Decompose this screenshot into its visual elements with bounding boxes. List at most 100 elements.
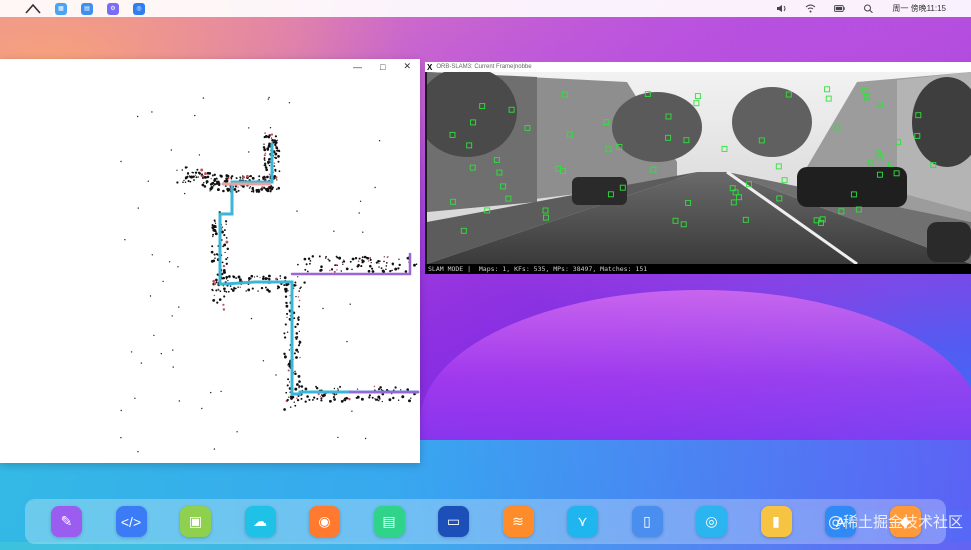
map-point — [413, 263, 416, 267]
map-point — [230, 288, 233, 291]
clock[interactable]: 周一 傍晚11:15 — [892, 3, 946, 14]
wifi-icon[interactable] — [805, 4, 816, 13]
map-point — [369, 257, 372, 259]
volume-icon[interactable] — [776, 4, 787, 13]
lightbulb-icon[interactable]: ◉ — [309, 506, 340, 537]
map-point — [342, 260, 345, 263]
map-point — [288, 381, 291, 383]
map-point — [228, 275, 231, 278]
map-point — [213, 448, 216, 450]
map-point — [276, 139, 278, 141]
settings-icon[interactable]: ⚙ — [107, 2, 119, 15]
cloud-icon[interactable]: ☁ — [244, 506, 276, 537]
map-point — [212, 235, 214, 238]
map-point — [322, 393, 326, 397]
camera-frame — [427, 72, 971, 264]
map-point — [327, 258, 329, 260]
map-point — [268, 290, 271, 293]
map-point — [245, 290, 247, 292]
map-point — [333, 393, 336, 396]
minimize-button[interactable]: — — [353, 62, 362, 72]
map-point — [297, 375, 301, 378]
map-point — [251, 186, 254, 189]
map-point — [203, 182, 205, 184]
map-point — [222, 308, 226, 311]
map-point — [214, 257, 216, 259]
map-point — [267, 163, 269, 165]
browser-icon[interactable]: ◎ — [133, 2, 145, 15]
android-icon[interactable]: ▣ — [180, 506, 211, 537]
search-icon[interactable] — [863, 4, 874, 13]
planet-icon[interactable]: ◎ — [696, 506, 727, 537]
map-point — [295, 356, 298, 359]
map-point — [261, 287, 263, 290]
map-point — [287, 290, 289, 292]
map-point — [276, 149, 279, 152]
map-point — [195, 176, 198, 179]
map-point — [415, 263, 418, 265]
map-point — [297, 316, 300, 319]
map-point — [225, 275, 229, 279]
terminal-icon[interactable]: ▭ — [438, 506, 469, 537]
map-point — [201, 407, 203, 410]
map-point — [233, 187, 237, 191]
map-point — [297, 344, 301, 347]
map-point — [375, 261, 378, 264]
map-point — [397, 399, 400, 401]
map-point — [218, 298, 222, 301]
map-point — [223, 270, 226, 274]
files-icon[interactable]: ▤ — [81, 2, 93, 15]
map-point — [296, 383, 299, 386]
map-point — [203, 185, 207, 188]
map-point — [305, 263, 308, 266]
map-point — [213, 183, 217, 186]
map-point — [232, 275, 234, 277]
map-point — [286, 312, 289, 315]
map-point — [379, 386, 382, 389]
frame-window-titlebar[interactable]: X ORB-SLAM3: Current Frame|nobbe — [425, 62, 971, 72]
maximize-button[interactable]: □ — [380, 62, 385, 72]
map-point — [286, 331, 289, 333]
map-point — [356, 396, 359, 399]
battery-icon[interactable] — [834, 4, 846, 13]
map-point — [250, 274, 254, 278]
book-icon[interactable]: ▯ — [631, 506, 663, 537]
map-point — [221, 261, 224, 264]
window-titlebar[interactable]: — □ ✕ — [0, 59, 420, 74]
map-viewer-window[interactable]: — □ ✕ — [0, 59, 420, 463]
current-frame-window[interactable]: X ORB-SLAM3: Current Frame|nobbe SLAM MO… — [425, 62, 971, 274]
map-point — [342, 263, 344, 266]
butterfly-icon[interactable]: ⋎ — [567, 506, 598, 537]
map-point — [366, 256, 370, 260]
map-point — [362, 231, 364, 233]
frame-window-title: ORB-SLAM3: Current Frame|nobbe — [436, 64, 532, 70]
paint-app-icon[interactable]: ✎ — [51, 506, 82, 537]
map-point — [262, 176, 266, 179]
map-point — [203, 175, 207, 179]
map-point — [213, 179, 216, 182]
system-logo-icon[interactable] — [25, 3, 41, 14]
map-point — [274, 157, 278, 160]
notes-icon[interactable]: ▮ — [760, 506, 792, 537]
map-point — [378, 262, 380, 264]
wave-app-icon[interactable]: ≋ — [502, 506, 534, 537]
close-button[interactable]: ✕ — [403, 61, 411, 72]
map-point — [168, 261, 171, 263]
map-point — [275, 146, 279, 150]
document-icon[interactable]: ▤ — [373, 506, 405, 537]
map-point — [385, 265, 388, 267]
map-point — [186, 166, 188, 168]
map-point — [328, 259, 331, 262]
apps-icon[interactable]: ▦ — [55, 2, 67, 15]
map-point — [286, 398, 289, 402]
map-point — [237, 189, 240, 192]
map-point — [294, 404, 297, 407]
code-editor-icon[interactable]: </> — [115, 506, 147, 537]
map-point — [378, 266, 380, 268]
map-point — [316, 397, 319, 400]
map-point — [266, 189, 270, 193]
point-cloud-map[interactable] — [0, 74, 420, 463]
map-point — [176, 169, 178, 171]
map-point — [230, 176, 233, 179]
map-point — [378, 397, 381, 399]
